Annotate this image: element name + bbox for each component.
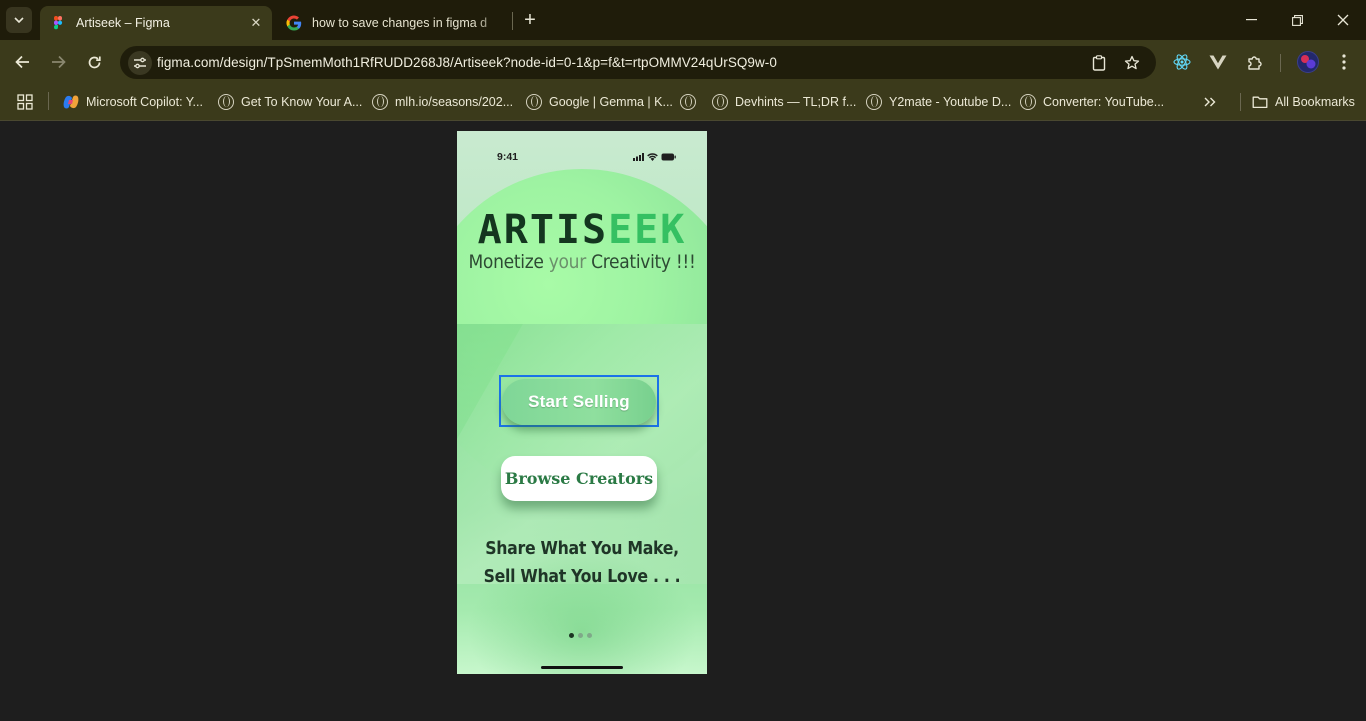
tab-separator: [512, 12, 513, 30]
tab-google-search[interactable]: how to save changes in figma d: [276, 6, 512, 40]
status-icons: [633, 152, 676, 161]
bookmark-label: Devhints — TL;DR f...: [735, 95, 857, 109]
vue-devtools-icon[interactable]: [1206, 51, 1230, 73]
copilot-icon: [63, 95, 79, 109]
react-devtools-icon[interactable]: [1170, 51, 1194, 73]
phone-frame[interactable]: 9:41 ARTISEEK Monetize your Creativity !…: [457, 131, 707, 674]
apps-grid-icon[interactable]: [17, 92, 33, 112]
globe-icon: [526, 94, 542, 110]
bookmark-label: Get To Know Your A...: [241, 95, 363, 109]
app-logo-wordmark: ARTISEEK: [477, 207, 687, 253]
bookmarks-separator: [1240, 93, 1241, 111]
browser-toolbar: figma.com/design/TpSmemMoth1RfRUDD268J8/…: [0, 40, 1366, 84]
forward-arrow-icon[interactable]: [46, 50, 70, 74]
tab-title: Artiseek – Figma: [76, 16, 170, 30]
reload-icon[interactable]: [82, 50, 106, 74]
globe-icon: [680, 94, 696, 110]
tab-title: how to save changes in figma d: [312, 16, 488, 30]
globe-icon: [1020, 94, 1036, 110]
bookmark-item[interactable]: Y2mate - Youtube D...: [866, 92, 1011, 112]
folder-icon: [1252, 96, 1268, 109]
bookmark-label: Y2mate - Youtube D...: [889, 95, 1012, 109]
clipboard-icon[interactable]: [1088, 52, 1110, 74]
all-bookmarks-label: All Bookmarks: [1275, 95, 1355, 109]
bookmarks-bar: Microsoft Copilot: Y... Get To Know Your…: [0, 84, 1366, 121]
status-time: 9:41: [497, 151, 519, 163]
toolbar-separator: [1280, 54, 1281, 72]
bookmark-item[interactable]: Get To Know Your A...: [218, 92, 362, 112]
new-tab-plus-icon[interactable]: +: [518, 8, 542, 32]
battery-icon: [661, 153, 676, 160]
bookmark-item[interactable]: mlh.io/seasons/202...: [372, 92, 513, 112]
more-bookmarks-chevron-icon[interactable]: [1204, 92, 1216, 112]
bookmarks-apps-separator: [48, 92, 49, 110]
google-icon: [286, 15, 302, 31]
bookmark-label: Microsoft Copilot: Y...: [86, 95, 203, 109]
tab-artiseek-figma[interactable]: Artiseek – Figma ✕: [40, 6, 272, 40]
tab-strip: Artiseek – Figma ✕ how to save changes i…: [0, 0, 1366, 40]
globe-icon: [372, 94, 388, 110]
bookmark-item[interactable]: Converter: YouTube...: [1020, 92, 1164, 112]
minimize-icon[interactable]: [1228, 0, 1274, 40]
bookmark-item[interactable]: Google | Gemma | K...: [526, 92, 673, 112]
globe-icon: [218, 94, 234, 110]
profile-avatar[interactable]: [1296, 51, 1320, 73]
bookmark-item[interactable]: [680, 92, 703, 112]
tagline: Monetize your Creativity !!!: [468, 251, 696, 273]
globe-icon: [866, 94, 882, 110]
home-indicator: [541, 666, 623, 669]
tab-search-chevron-icon[interactable]: [6, 7, 32, 33]
page-indicator: [569, 633, 592, 638]
globe-icon: [712, 94, 728, 110]
start-selling-button[interactable]: Start Selling: [502, 379, 656, 425]
kebab-menu-icon[interactable]: [1332, 51, 1356, 73]
url-text[interactable]: figma.com/design/TpSmemMoth1RfRUDD268J8/…: [157, 55, 777, 70]
browse-creators-button[interactable]: Browse Creators: [501, 456, 657, 501]
address-bar[interactable]: figma.com/design/TpSmemMoth1RfRUDD268J8/…: [120, 46, 1156, 79]
close-window-icon[interactable]: [1320, 0, 1366, 40]
page-dot[interactable]: [587, 633, 592, 638]
bookmark-label: mlh.io/seasons/202...: [395, 95, 514, 109]
cellular-signal-icon: [633, 152, 644, 161]
bookmark-item[interactable]: Microsoft Copilot: Y...: [63, 92, 203, 112]
bookmark-label: Google | Gemma | K...: [549, 95, 673, 109]
slogan-text: Share What You Make, Sell What You Love …: [483, 539, 681, 587]
figma-icon: [53, 16, 63, 30]
wifi-icon: [647, 152, 658, 161]
bookmark-label: Converter: YouTube...: [1043, 95, 1165, 109]
page-dot-active[interactable]: [569, 633, 574, 638]
close-tab-icon[interactable]: ✕: [244, 11, 268, 35]
back-arrow-icon[interactable]: [10, 50, 34, 74]
site-info-tune-icon[interactable]: [128, 51, 152, 75]
bookmark-star-icon[interactable]: [1121, 52, 1143, 74]
all-bookmarks-folder[interactable]: All Bookmarks: [1252, 92, 1355, 112]
extensions-puzzle-icon[interactable]: [1243, 51, 1267, 73]
page-dot[interactable]: [578, 633, 583, 638]
bookmark-item[interactable]: Devhints — TL;DR f...: [712, 92, 856, 112]
restore-icon[interactable]: [1274, 0, 1320, 40]
